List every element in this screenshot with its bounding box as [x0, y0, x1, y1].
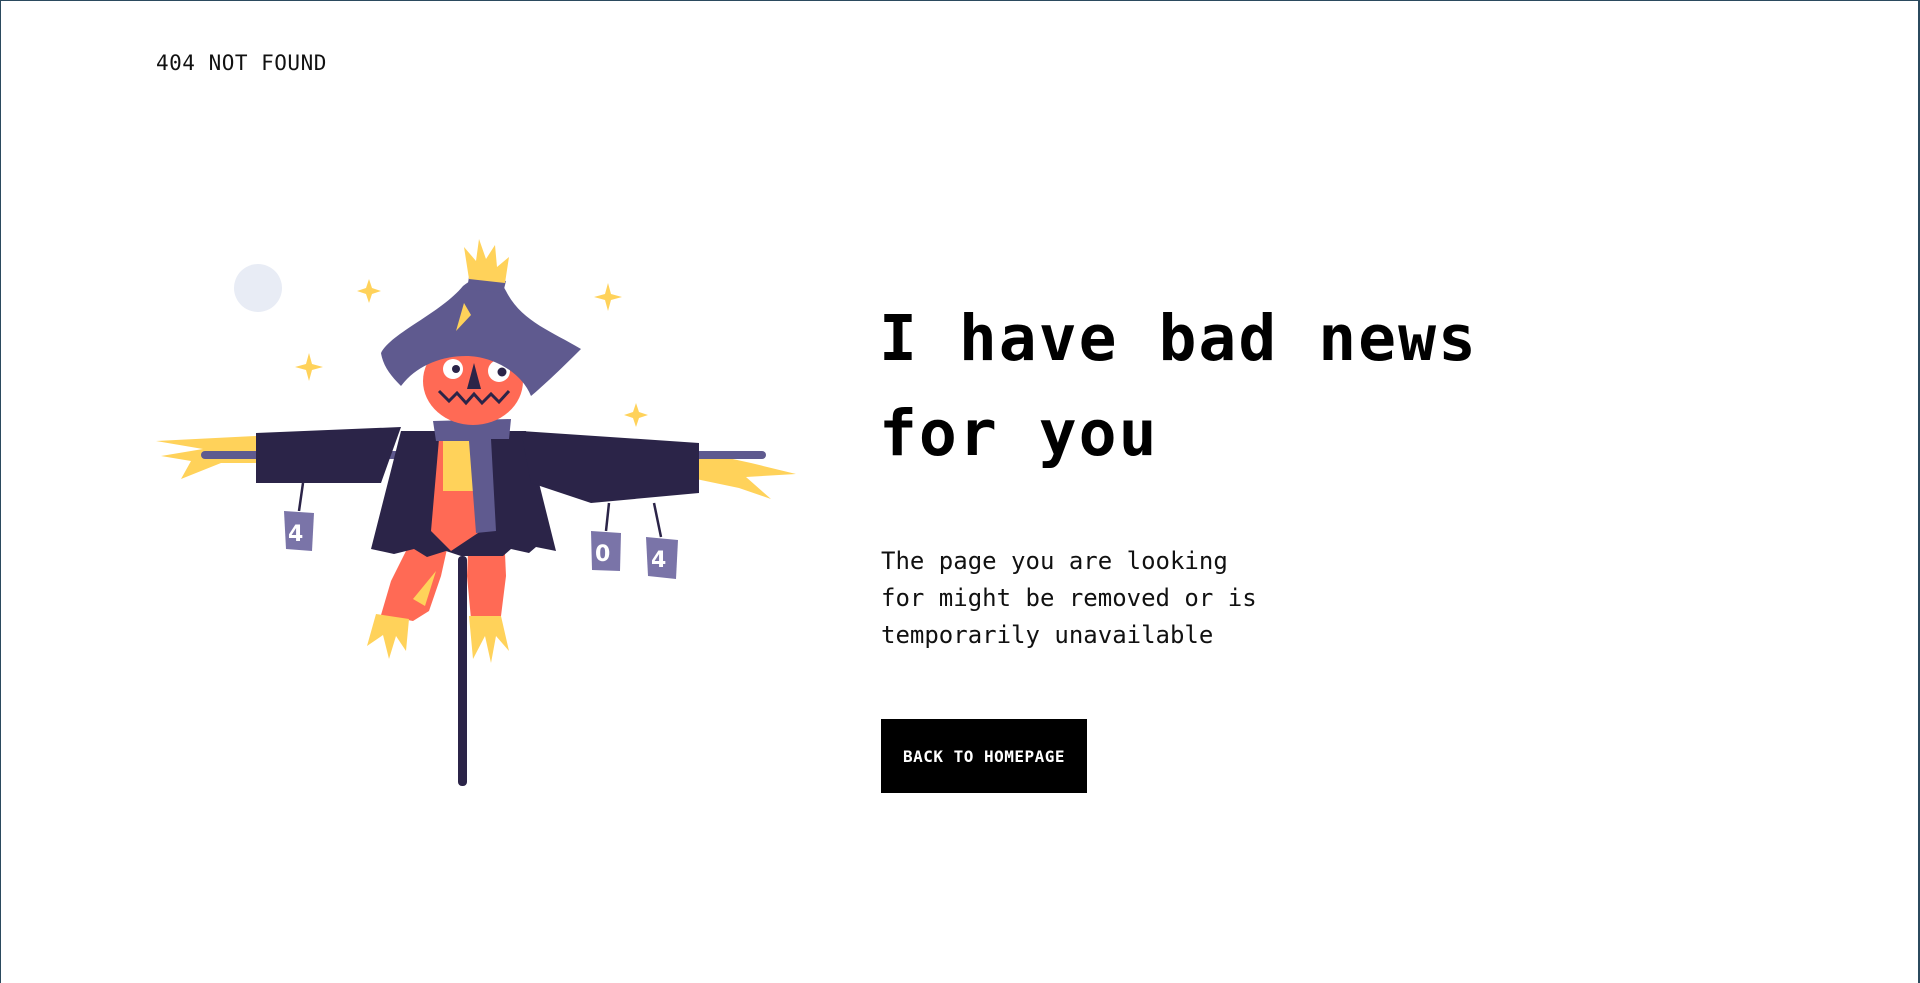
description-line-3: temporarily unavailable	[881, 621, 1214, 649]
can-label: 4	[651, 548, 666, 573]
scarecrow-illustration: 4 0 4	[156, 239, 796, 786]
sleeve-left	[256, 427, 401, 483]
back-to-homepage-button[interactable]: BACK TO HOMEPAGE	[881, 719, 1087, 793]
description-line-2: for might be removed or is	[881, 584, 1257, 612]
sparkle-icon	[357, 279, 381, 303]
straw-foot-right	[469, 616, 509, 663]
sleeve-right	[521, 431, 699, 503]
error-description: The page you are looking for might be rem…	[881, 543, 1321, 654]
sparkle-icon	[624, 403, 648, 427]
sparkle-icon	[295, 353, 323, 381]
pole-shape	[458, 556, 467, 786]
brand-label: 404 NOT FOUND	[156, 51, 327, 75]
page-headline: I have bad news for you	[879, 291, 1579, 481]
can-label: 4	[288, 522, 303, 547]
headline-line-1: I have bad news	[879, 302, 1478, 375]
can-label: 0	[595, 542, 610, 567]
straw-foot-left	[367, 614, 409, 659]
straw-hat-top	[464, 239, 509, 283]
moon-shape	[234, 264, 282, 312]
page-frame: 404 NOT FOUND 4 0 4 I have bad news for …	[0, 0, 1920, 983]
sparkle-icon	[594, 283, 622, 311]
headline-line-2: for you	[879, 397, 1159, 470]
description-line-1: The page you are looking	[881, 547, 1228, 575]
